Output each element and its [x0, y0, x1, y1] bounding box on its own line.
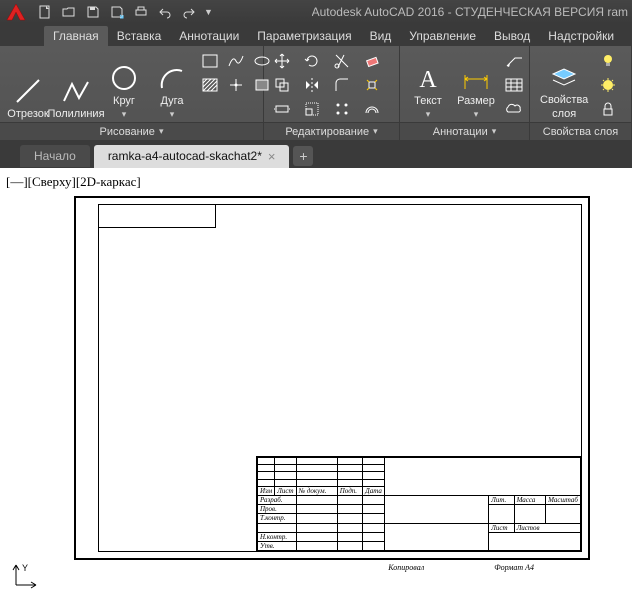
fillet-icon[interactable] [330, 74, 354, 96]
ribbon-tab-addins[interactable]: Надстройки [539, 26, 623, 46]
leader-icon[interactable] [502, 50, 526, 72]
layer-properties-button[interactable]: Свойства слоя [536, 50, 592, 122]
mirror-icon[interactable] [300, 74, 324, 96]
qat-customize-icon[interactable]: ▼ [204, 7, 213, 17]
bulb-icon[interactable] [596, 50, 620, 72]
qat-saveas-icon[interactable] [108, 3, 126, 21]
explode-icon[interactable] [360, 74, 384, 96]
hatch-icon[interactable] [198, 74, 222, 96]
arc-button[interactable]: Дуга ▾ [150, 50, 194, 122]
ribbon-tab-output[interactable]: Вывод [485, 26, 539, 46]
qat-open-icon[interactable] [60, 3, 78, 21]
dimension-button[interactable]: Размер ▾ [454, 50, 498, 122]
arc-label: Дуга [160, 95, 183, 107]
array-icon[interactable] [330, 98, 354, 120]
ucs-icon[interactable]: Y [10, 563, 38, 591]
document-tab-bar: Начало ramka-a4-autocad-skachat2*× + [0, 140, 632, 168]
drawing-frame: ИзмЛист№ докум.Подп.Дата Разраб. Лит.Мас… [98, 204, 582, 552]
text-label: Текст [414, 95, 442, 107]
doc-tab-file[interactable]: ramka-a4-autocad-skachat2*× [94, 145, 290, 168]
layer-mini [596, 50, 620, 122]
ribbon: Отрезок Полилиния Круг ▾ Дуга ▾ [0, 46, 632, 140]
freeze-icon[interactable] [596, 74, 620, 96]
chevron-down-icon: ▾ [492, 126, 497, 137]
svg-text:Y: Y [22, 563, 28, 573]
qat-undo-icon[interactable] [156, 3, 174, 21]
panel-layers-title[interactable]: Свойства слоя [530, 122, 631, 140]
ribbon-tab-insert[interactable]: Вставка [108, 26, 171, 46]
text-button[interactable]: A Текст ▾ [406, 50, 450, 122]
panel-modify: Редактирование ▾ [264, 46, 400, 140]
lock-icon[interactable] [596, 98, 620, 120]
draw-mini-grid [198, 50, 274, 122]
stretch-icon[interactable] [270, 98, 294, 120]
panel-annot-title[interactable]: Аннотации ▾ [400, 122, 529, 140]
polyline-button[interactable]: Полилиния [54, 50, 98, 122]
chevron-down-icon: ▾ [474, 109, 479, 120]
cloud-icon[interactable] [502, 98, 526, 120]
modify-grid [270, 50, 388, 122]
table-icon[interactable] [502, 74, 526, 96]
drawing-canvas[interactable]: [―][Сверху][2D-каркас] ИзмЛист№ докум.По… [0, 168, 632, 595]
app-title: Autodesk AutoCAD 2016 - СТУДЕНЧЕСКАЯ ВЕР… [312, 5, 628, 19]
polyline-label: Полилиния [47, 108, 104, 120]
quick-access-toolbar: ▼ Autodesk AutoCAD 2016 - СТУДЕНЧЕСКАЯ В… [0, 0, 632, 24]
copy-icon[interactable] [270, 74, 294, 96]
erase-icon[interactable] [360, 50, 384, 72]
rotate-icon[interactable] [300, 50, 324, 72]
move-icon[interactable] [270, 50, 294, 72]
panel-annotation: A Текст ▾ Размер ▾ Аннотации ▾ [400, 46, 530, 140]
dimension-label: Размер [457, 95, 495, 107]
line-label: Отрезок [7, 108, 48, 120]
svg-text:A: A [419, 67, 437, 93]
close-icon[interactable]: × [268, 149, 276, 164]
chevron-down-icon: ▾ [170, 109, 175, 120]
ribbon-tab-strip: Главная Вставка Аннотации Параметризация… [0, 24, 632, 46]
qat-new-icon[interactable] [36, 3, 54, 21]
layer-label2: слоя [552, 108, 576, 120]
panel-modify-title[interactable]: Редактирование ▾ [264, 122, 399, 140]
offset-icon[interactable] [360, 98, 384, 120]
circle-button[interactable]: Круг ▾ [102, 50, 146, 122]
circle-label: Круг [113, 95, 135, 107]
annot-mini [502, 50, 526, 122]
spline-icon[interactable] [224, 50, 248, 72]
qat-plot-icon[interactable] [132, 3, 150, 21]
scale-icon[interactable] [300, 98, 324, 120]
layer-label1: Свойства [540, 94, 588, 106]
ribbon-tab-manage[interactable]: Управление [400, 26, 485, 46]
qat-save-icon[interactable] [84, 3, 102, 21]
point-icon[interactable] [224, 74, 248, 96]
doc-tab-start[interactable]: Начало [20, 145, 90, 167]
ribbon-tab-parametric[interactable]: Параметризация [248, 26, 360, 46]
drawing-sheet: ИзмЛист№ докум.Подп.Дата Разраб. Лит.Мас… [74, 196, 590, 560]
ribbon-tab-home[interactable]: Главная [44, 26, 108, 46]
autocad-logo[interactable] [4, 2, 28, 22]
line-button[interactable]: Отрезок [6, 50, 50, 122]
new-tab-button[interactable]: + [293, 146, 313, 166]
title-block: ИзмЛист№ докум.Подп.Дата Разраб. Лит.Мас… [256, 456, 582, 552]
viewport-controls[interactable]: [―][Сверху][2D-каркас] [6, 174, 141, 190]
sheet-footer: Копировал Формат A4 [388, 563, 534, 572]
trim-icon[interactable] [330, 50, 354, 72]
panel-draw: Отрезок Полилиния Круг ▾ Дуга ▾ [0, 46, 264, 140]
chevron-down-icon: ▾ [426, 109, 431, 120]
ribbon-tab-view[interactable]: Вид [361, 26, 401, 46]
chevron-down-icon: ▾ [159, 126, 164, 137]
panel-draw-title[interactable]: Рисование ▾ [0, 122, 263, 140]
rectangle-icon[interactable] [198, 50, 222, 72]
ribbon-tab-annotate[interactable]: Аннотации [170, 26, 248, 46]
qat-redo-icon[interactable] [180, 3, 198, 21]
chevron-down-icon: ▾ [122, 109, 127, 120]
chevron-down-icon: ▾ [373, 126, 378, 137]
panel-layers: Свойства слоя Свойства слоя [530, 46, 632, 140]
top-left-box [98, 204, 216, 228]
